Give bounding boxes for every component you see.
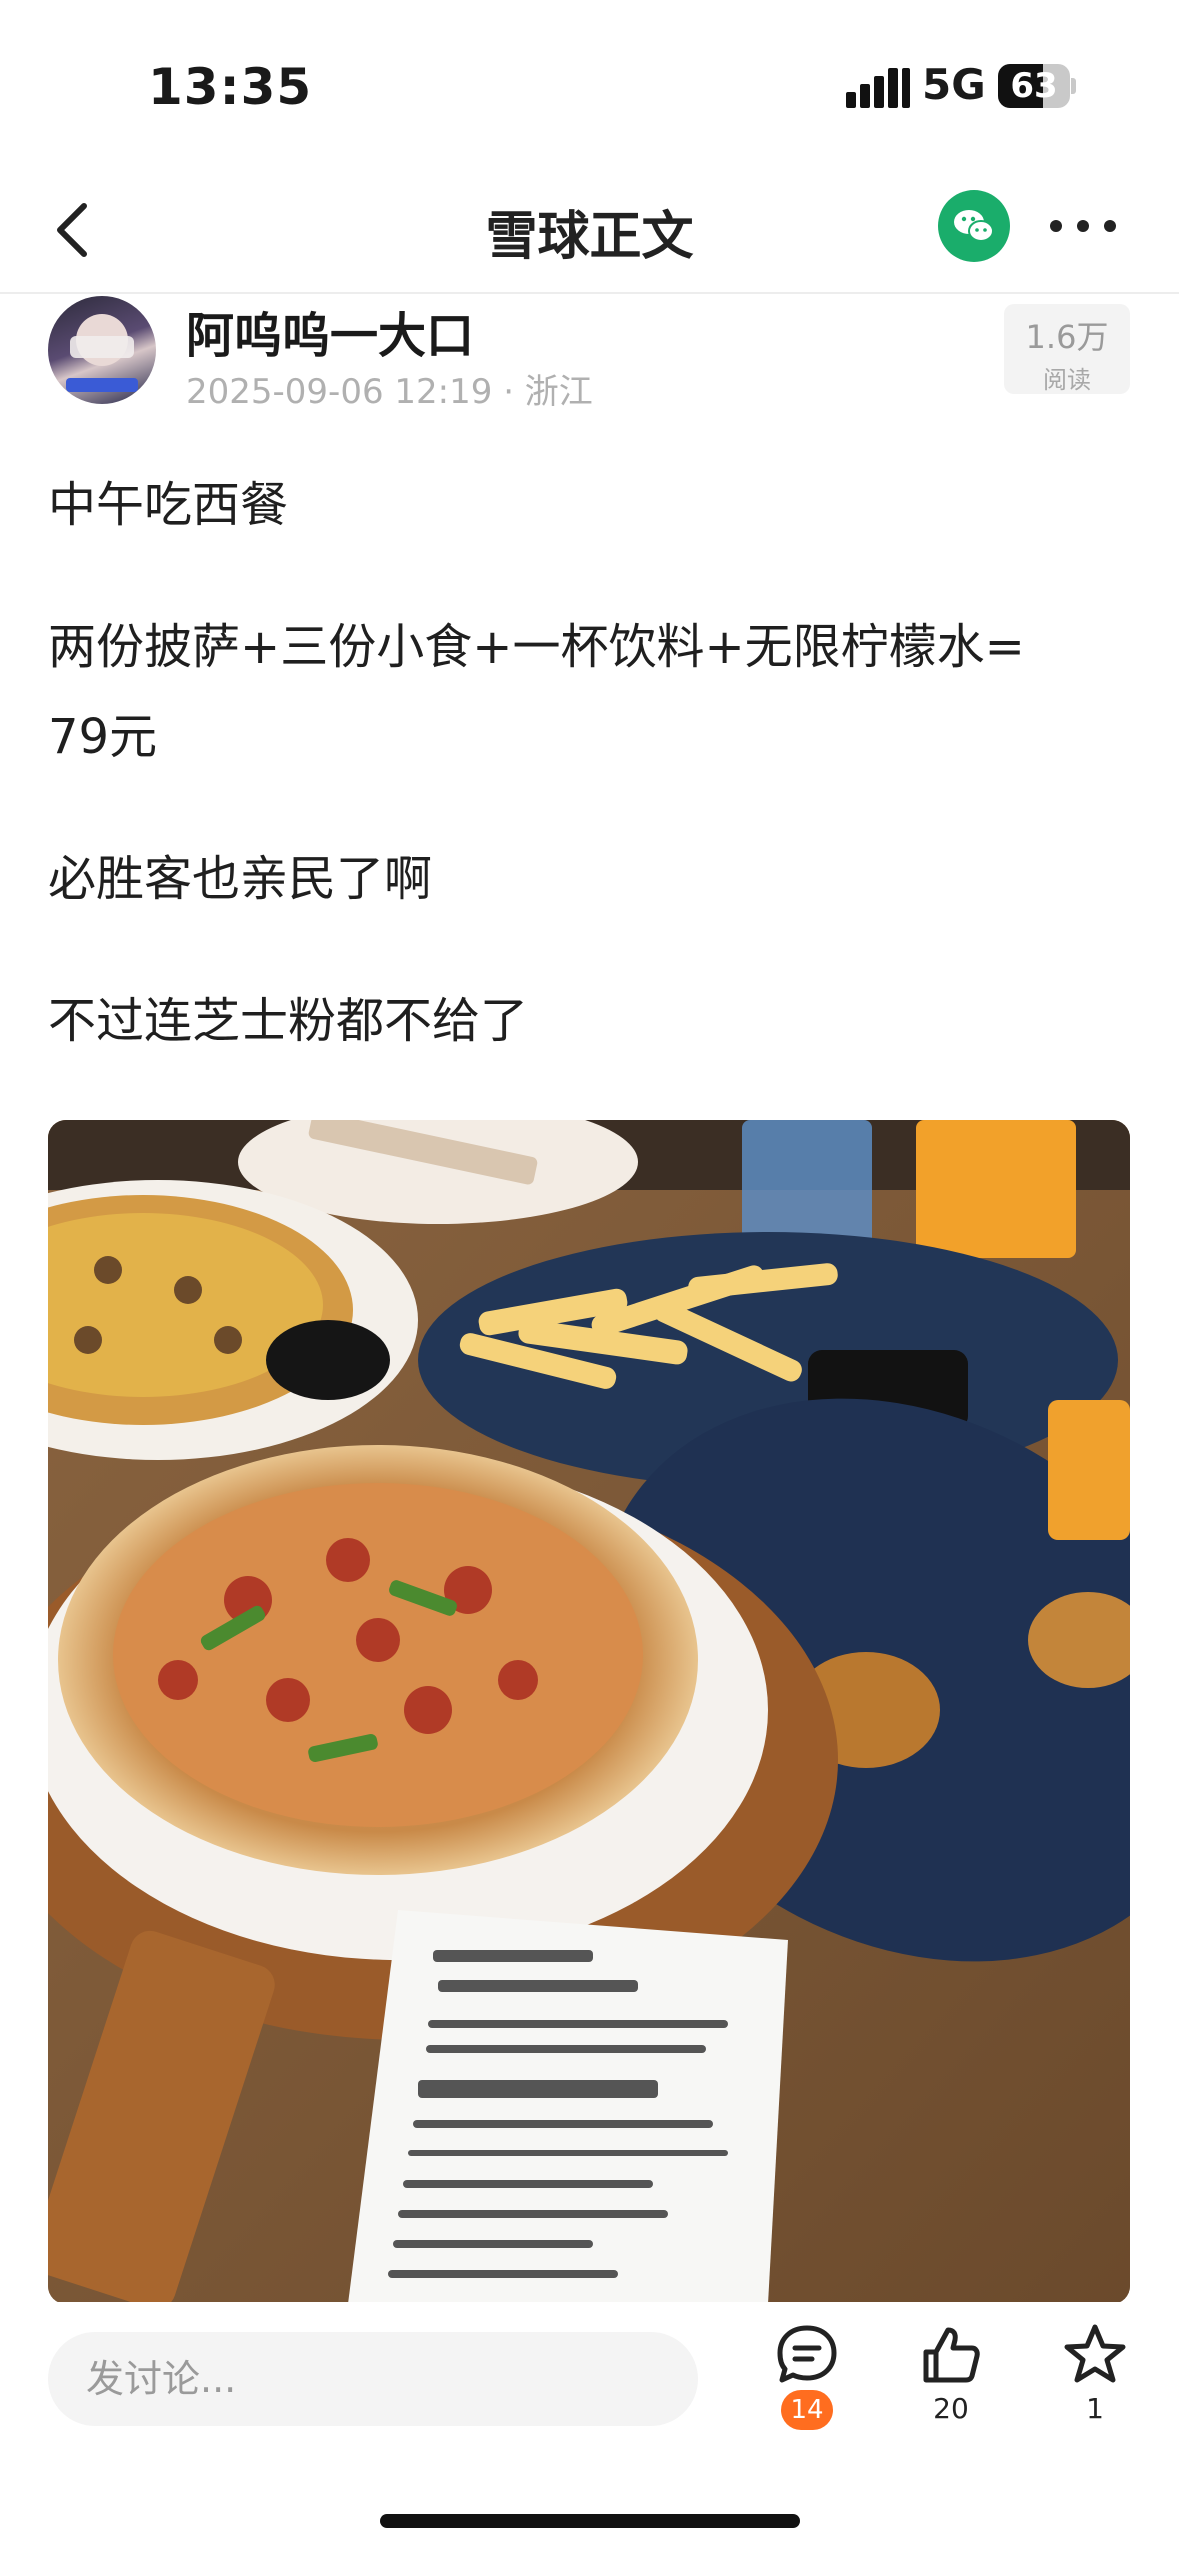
comment-input[interactable]	[48, 2332, 698, 2426]
comment-button[interactable]: 14	[752, 2322, 862, 2430]
more-icon[interactable]	[1050, 214, 1116, 238]
battery-level: 63	[1010, 66, 1058, 106]
views-badge: 1.6万 阅读	[1004, 304, 1130, 394]
wechat-share-icon[interactable]	[938, 190, 1010, 262]
post-photo[interactable]	[48, 1120, 1130, 2304]
like-button[interactable]: 20	[896, 2322, 1006, 2425]
post-paragraph: 不过连芝士粉都不给了	[48, 993, 529, 1049]
comment-count-badge: 14	[781, 2390, 833, 2430]
star-icon	[1064, 2324, 1126, 2383]
battery-icon: 63	[998, 64, 1076, 108]
favorite-count: 1	[1086, 2392, 1104, 2425]
like-icon	[923, 2327, 980, 2383]
home-indicator[interactable]	[380, 2514, 800, 2528]
author-name[interactable]: 阿呜呜一大口	[186, 296, 474, 366]
status-bar: 13:35 5G 63	[0, 0, 1179, 170]
views-label: 阅读	[1043, 366, 1091, 394]
status-time: 13:35	[148, 58, 313, 116]
nav-bar: 雪球正文	[0, 170, 1179, 294]
post-paragraph: 两份披萨+三份小食+一杯饮料+无限柠檬水=	[48, 619, 1025, 675]
post-meta: 2025-09-06 12:19 · 浙江	[186, 372, 593, 412]
views-count: 1.6万	[1025, 318, 1109, 356]
signal-icon	[846, 68, 910, 108]
post-paragraph: 79元	[48, 709, 158, 765]
avatar[interactable]	[48, 296, 156, 404]
like-count: 20	[933, 2392, 969, 2425]
post-body: 中午吃西餐 两份披萨+三份小食+一杯饮料+无限柠檬水= 79元 必胜客也亲民了啊…	[48, 460, 1138, 1066]
network-type: 5G	[922, 60, 986, 109]
post-paragraph: 中午吃西餐	[48, 477, 289, 533]
comment-icon	[777, 2325, 837, 2383]
post-paragraph: 必胜客也亲民了啊	[48, 851, 433, 907]
favorite-button[interactable]: 1	[1040, 2322, 1150, 2425]
